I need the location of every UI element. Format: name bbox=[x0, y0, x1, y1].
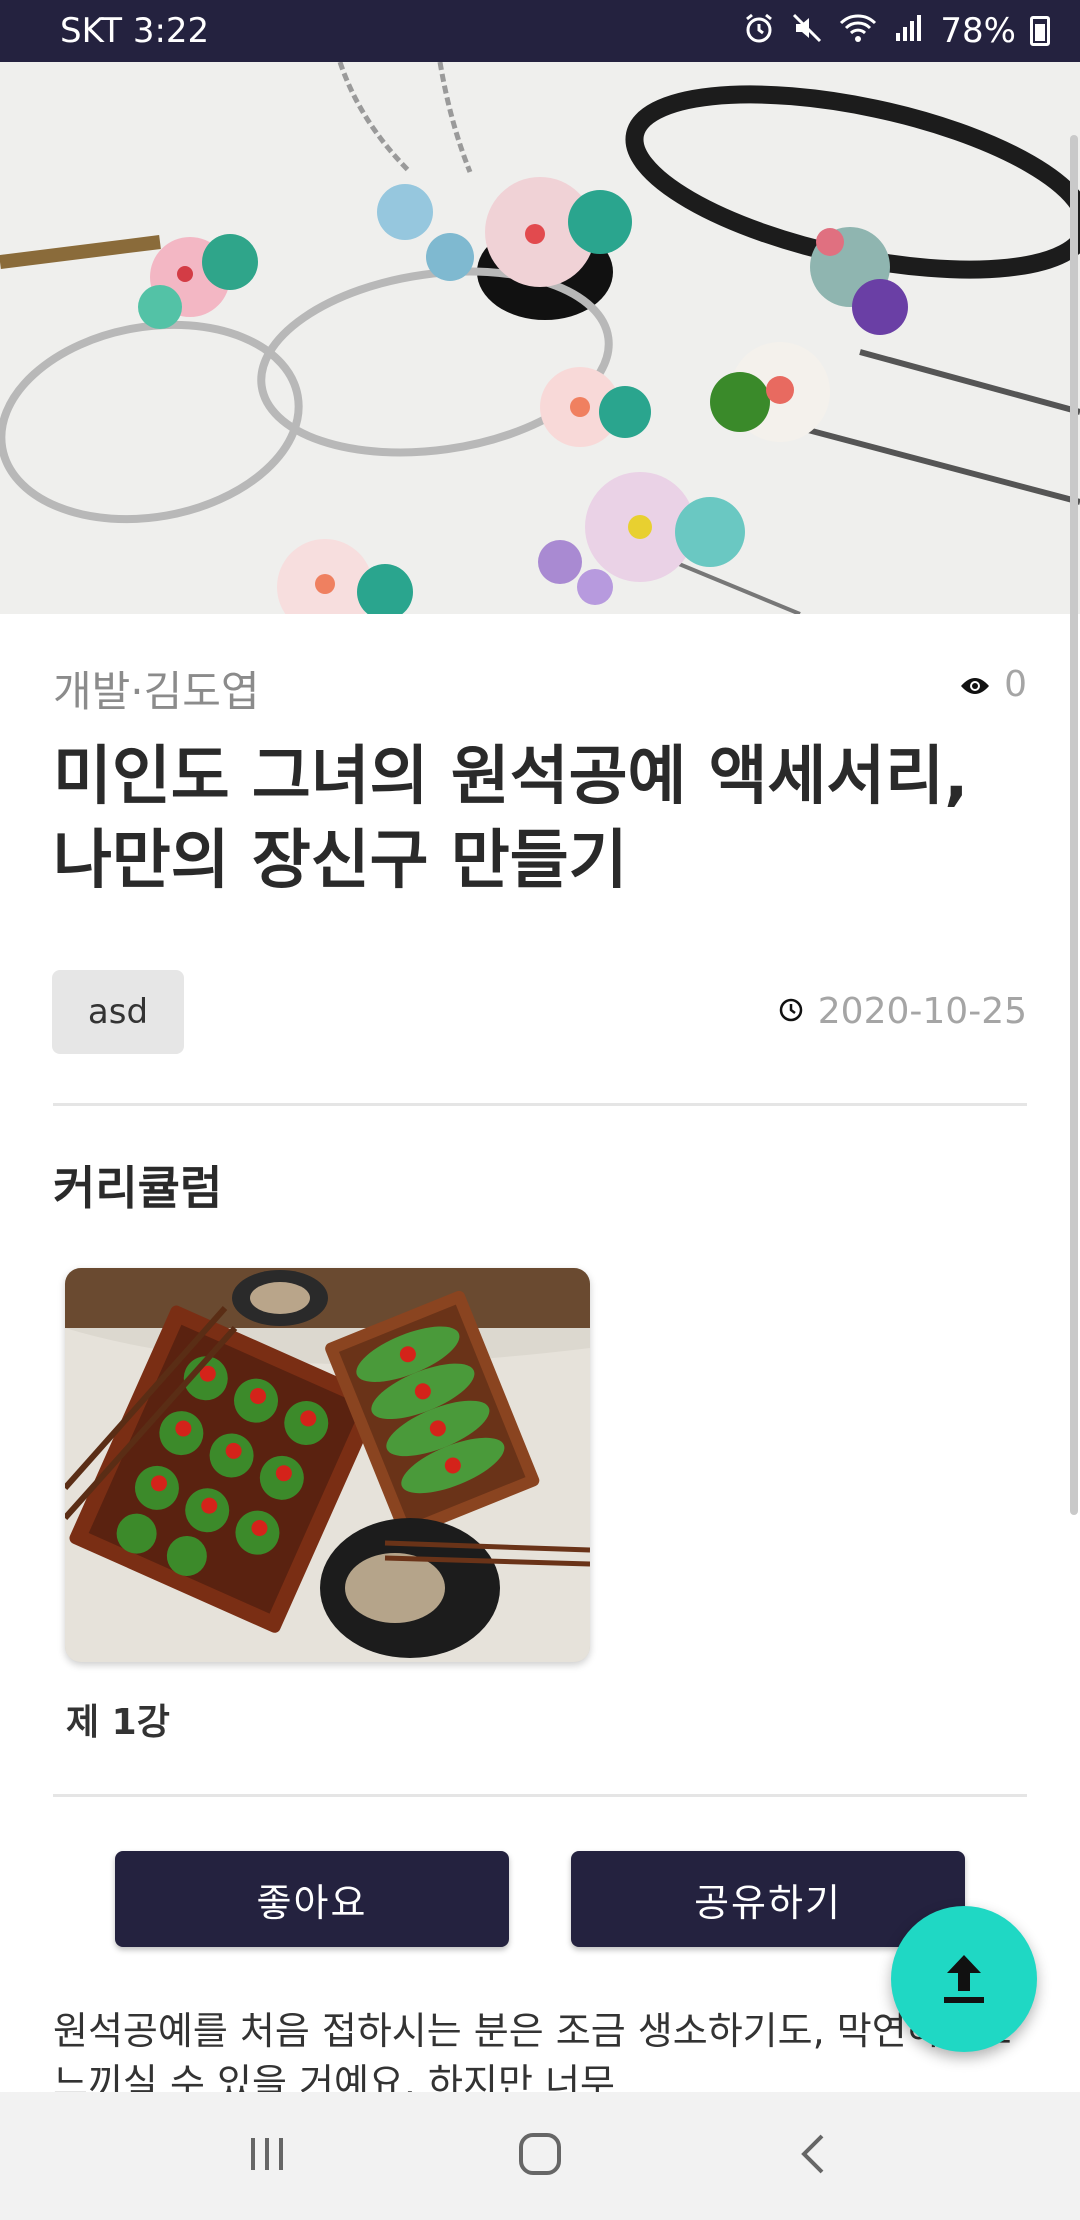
curriculum-card-image[interactable] bbox=[65, 1268, 590, 1662]
back-button[interactable] bbox=[768, 2111, 858, 2201]
signal-icon bbox=[892, 11, 926, 51]
status-icons: 78% bbox=[742, 11, 1050, 51]
article-category: 개발·김도엽 bbox=[53, 667, 260, 716]
carrier-time: SKT 3:22 bbox=[60, 11, 210, 51]
battery-percent: 78% bbox=[940, 11, 1016, 51]
upload-arrow-icon bbox=[939, 1949, 989, 2009]
back-icon bbox=[798, 2132, 828, 2180]
publish-date-value: 2020-10-25 bbox=[817, 991, 1027, 1032]
tag-chip[interactable]: asd bbox=[52, 970, 184, 1054]
curriculum-heading: 커리큘럼 bbox=[53, 1161, 223, 1215]
view-count-value: 0 bbox=[1004, 664, 1027, 705]
eye-icon bbox=[960, 664, 990, 705]
home-button[interactable] bbox=[495, 2111, 585, 2201]
scrollbar[interactable] bbox=[1070, 135, 1078, 1515]
article-title: 미인도 그녀의 원석공예 액세서리, 나만의 장신구 만들기 bbox=[53, 740, 969, 898]
scroll-to-top-button[interactable] bbox=[891, 1906, 1037, 2052]
like-button[interactable]: 좋아요 bbox=[115, 1851, 509, 1947]
system-nav-bar bbox=[0, 2092, 1080, 2220]
recent-apps-button[interactable] bbox=[222, 2111, 312, 2201]
curriculum-item-label[interactable]: 제 1강 bbox=[66, 1693, 170, 1745]
clock-icon bbox=[778, 991, 804, 1032]
recent-apps-icon bbox=[245, 2134, 289, 2178]
battery-icon bbox=[1030, 16, 1050, 46]
divider bbox=[53, 1103, 1027, 1106]
divider bbox=[53, 1794, 1027, 1797]
publish-date: 2020-10-25 bbox=[778, 991, 1027, 1032]
status-bar: SKT 3:22 78% bbox=[0, 0, 1080, 62]
hero-image bbox=[0, 62, 1080, 614]
mute-icon bbox=[790, 11, 824, 51]
view-count: 0 bbox=[960, 664, 1027, 705]
home-icon bbox=[517, 2131, 563, 2181]
wifi-icon bbox=[838, 11, 878, 51]
alarm-icon bbox=[742, 11, 776, 51]
